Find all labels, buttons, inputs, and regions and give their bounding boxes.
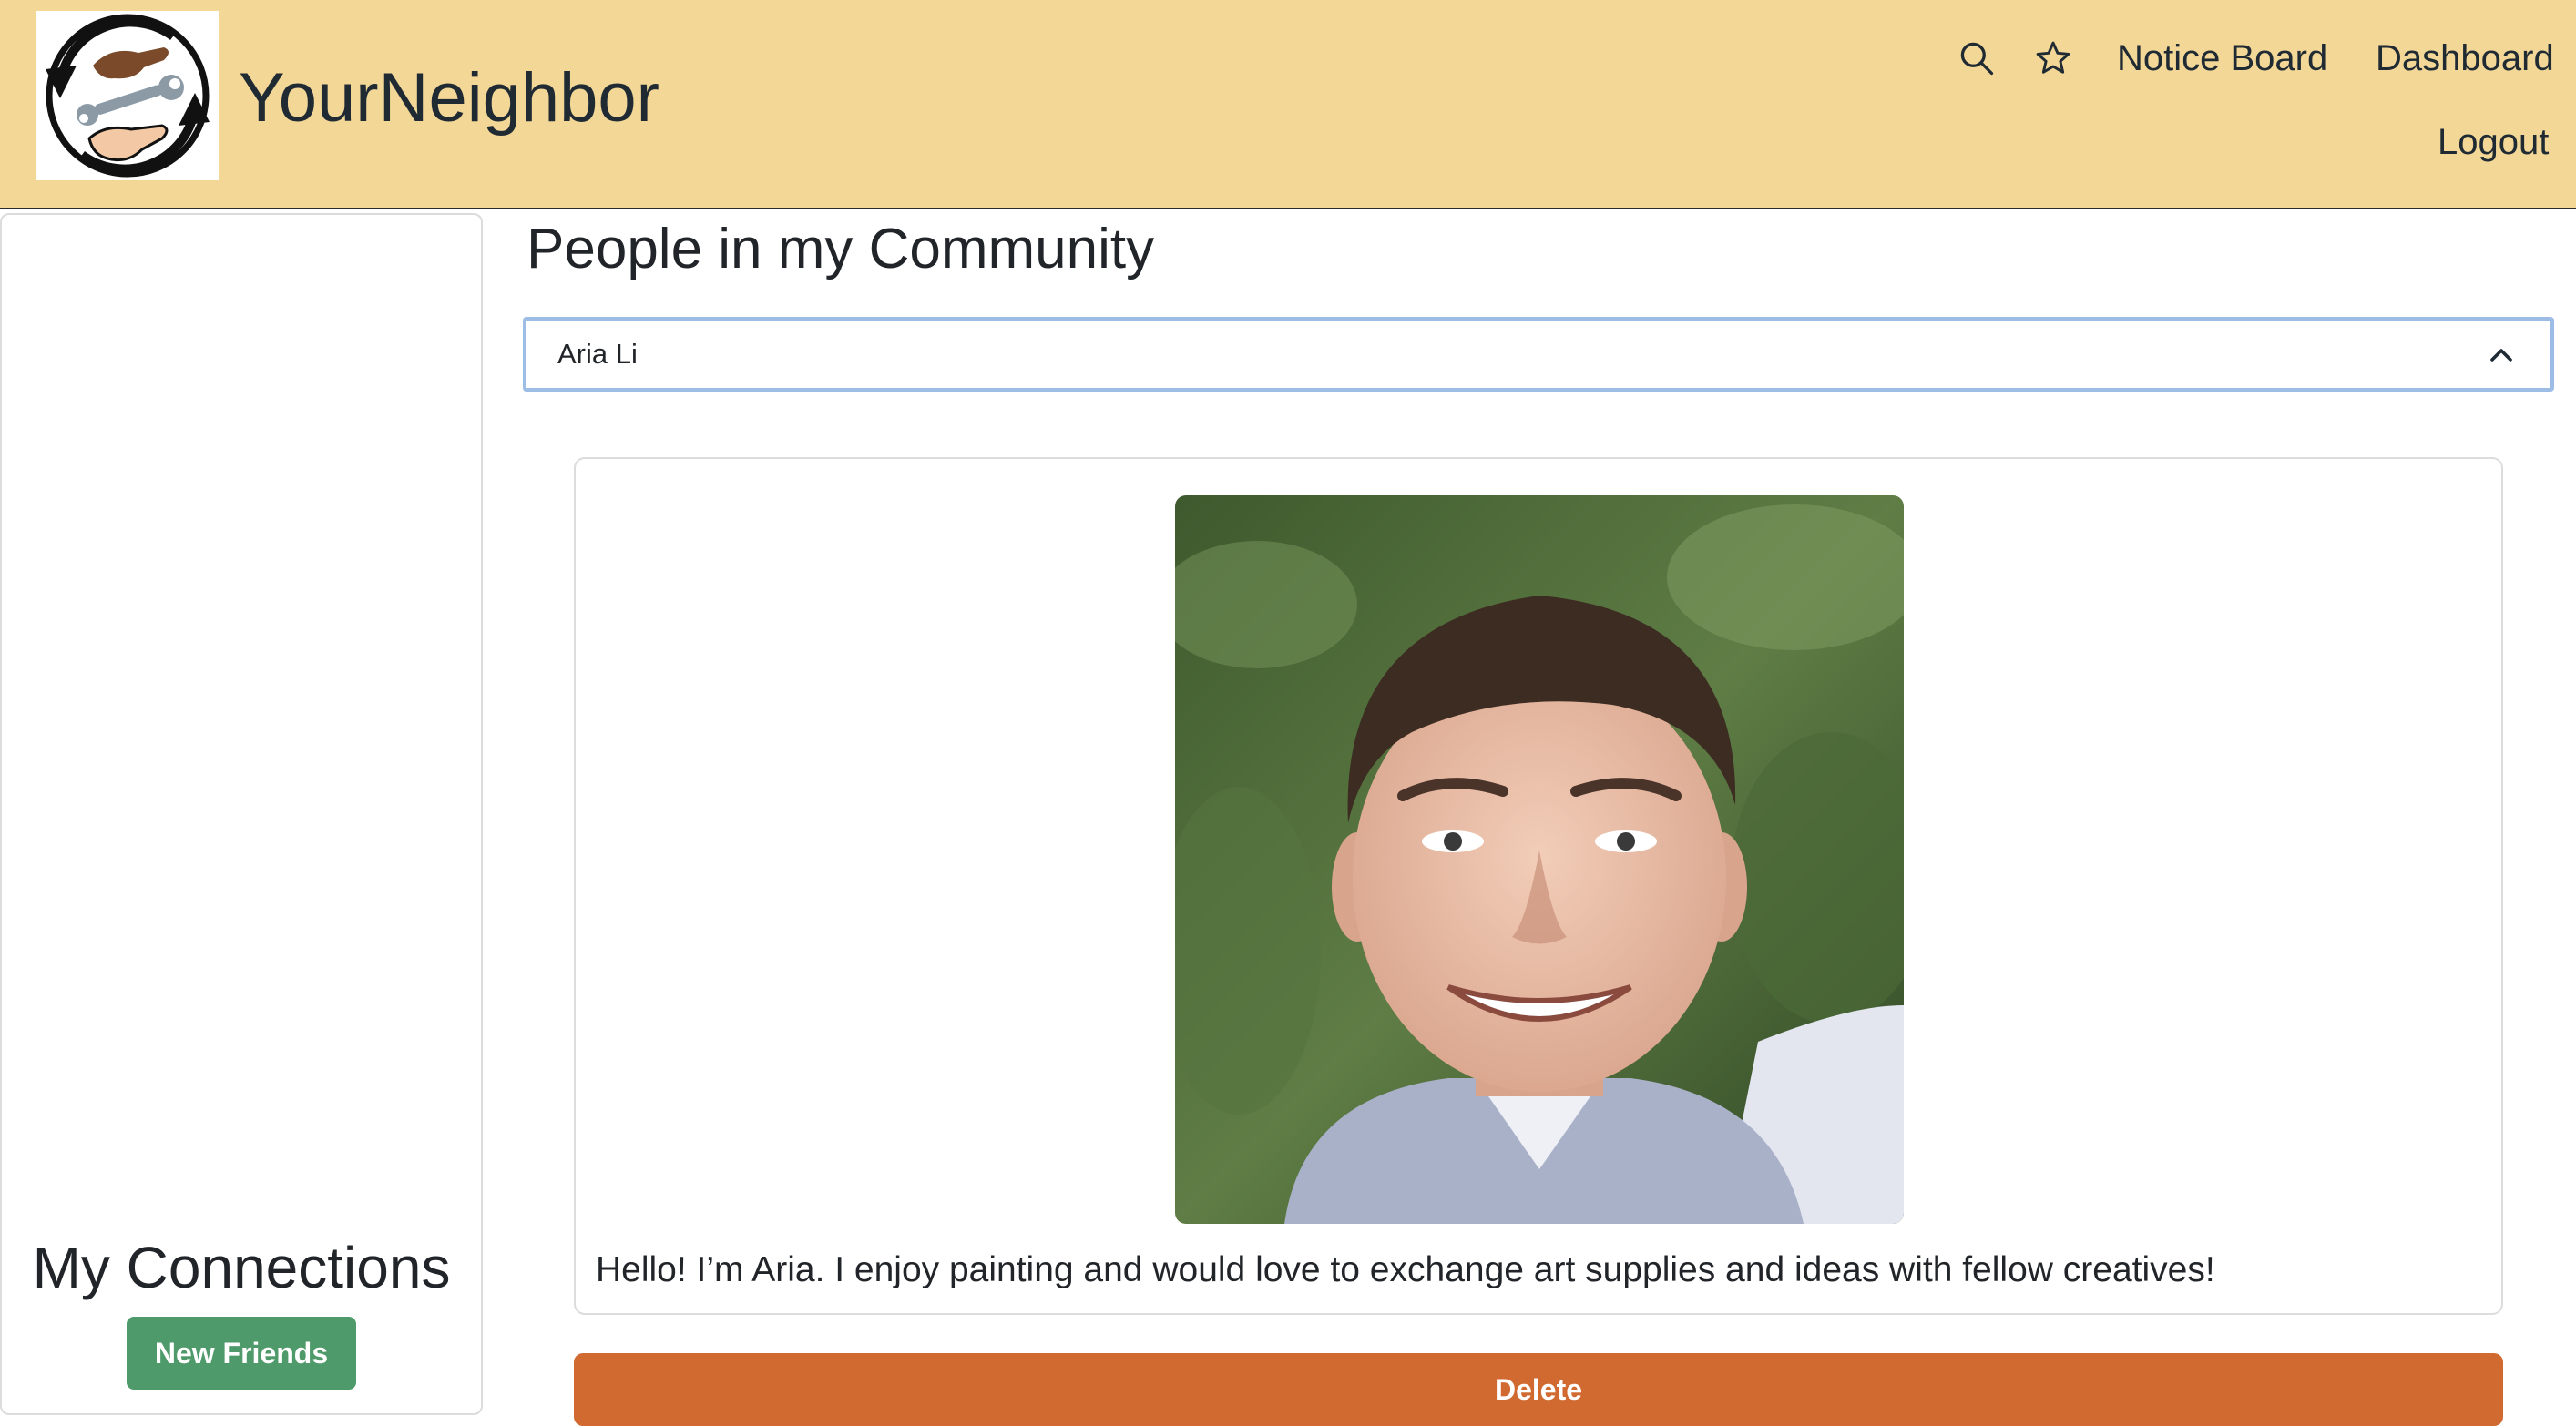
page-title: People in my Community: [526, 218, 1155, 280]
brand-logo[interactable]: [36, 11, 219, 180]
person-accordion-header[interactable]: Aria Li: [523, 317, 2554, 392]
person-name: Aria Li: [557, 338, 638, 370]
nav-notice-board-link[interactable]: Notice Board: [2117, 36, 2327, 81]
chevron-up-icon: [2487, 341, 2516, 370]
new-friends-button[interactable]: New Friends: [127, 1317, 356, 1390]
profile-bio: Hello! I’m Aria. I enjoy painting and wo…: [596, 1250, 2215, 1289]
top-navbar: YourNeighbor Notice Board Dashboard Logo…: [0, 0, 2576, 209]
sidebar-title: My Connections: [32, 1235, 451, 1300]
profile-photo: [1175, 495, 1904, 1224]
brand-name[interactable]: YourNeighbor: [239, 53, 659, 144]
profile-card: Hello! I’m Aria. I enjoy painting and wo…: [574, 457, 2503, 1315]
search-icon[interactable]: [1957, 38, 1997, 78]
nav-logout-link[interactable]: Logout: [2438, 119, 2549, 165]
exchange-hands-wrench-logo-icon: [36, 11, 219, 180]
delete-button[interactable]: Delete: [574, 1353, 2503, 1426]
nav-dashboard-link[interactable]: Dashboard: [2376, 36, 2554, 81]
star-icon[interactable]: [2033, 38, 2073, 78]
